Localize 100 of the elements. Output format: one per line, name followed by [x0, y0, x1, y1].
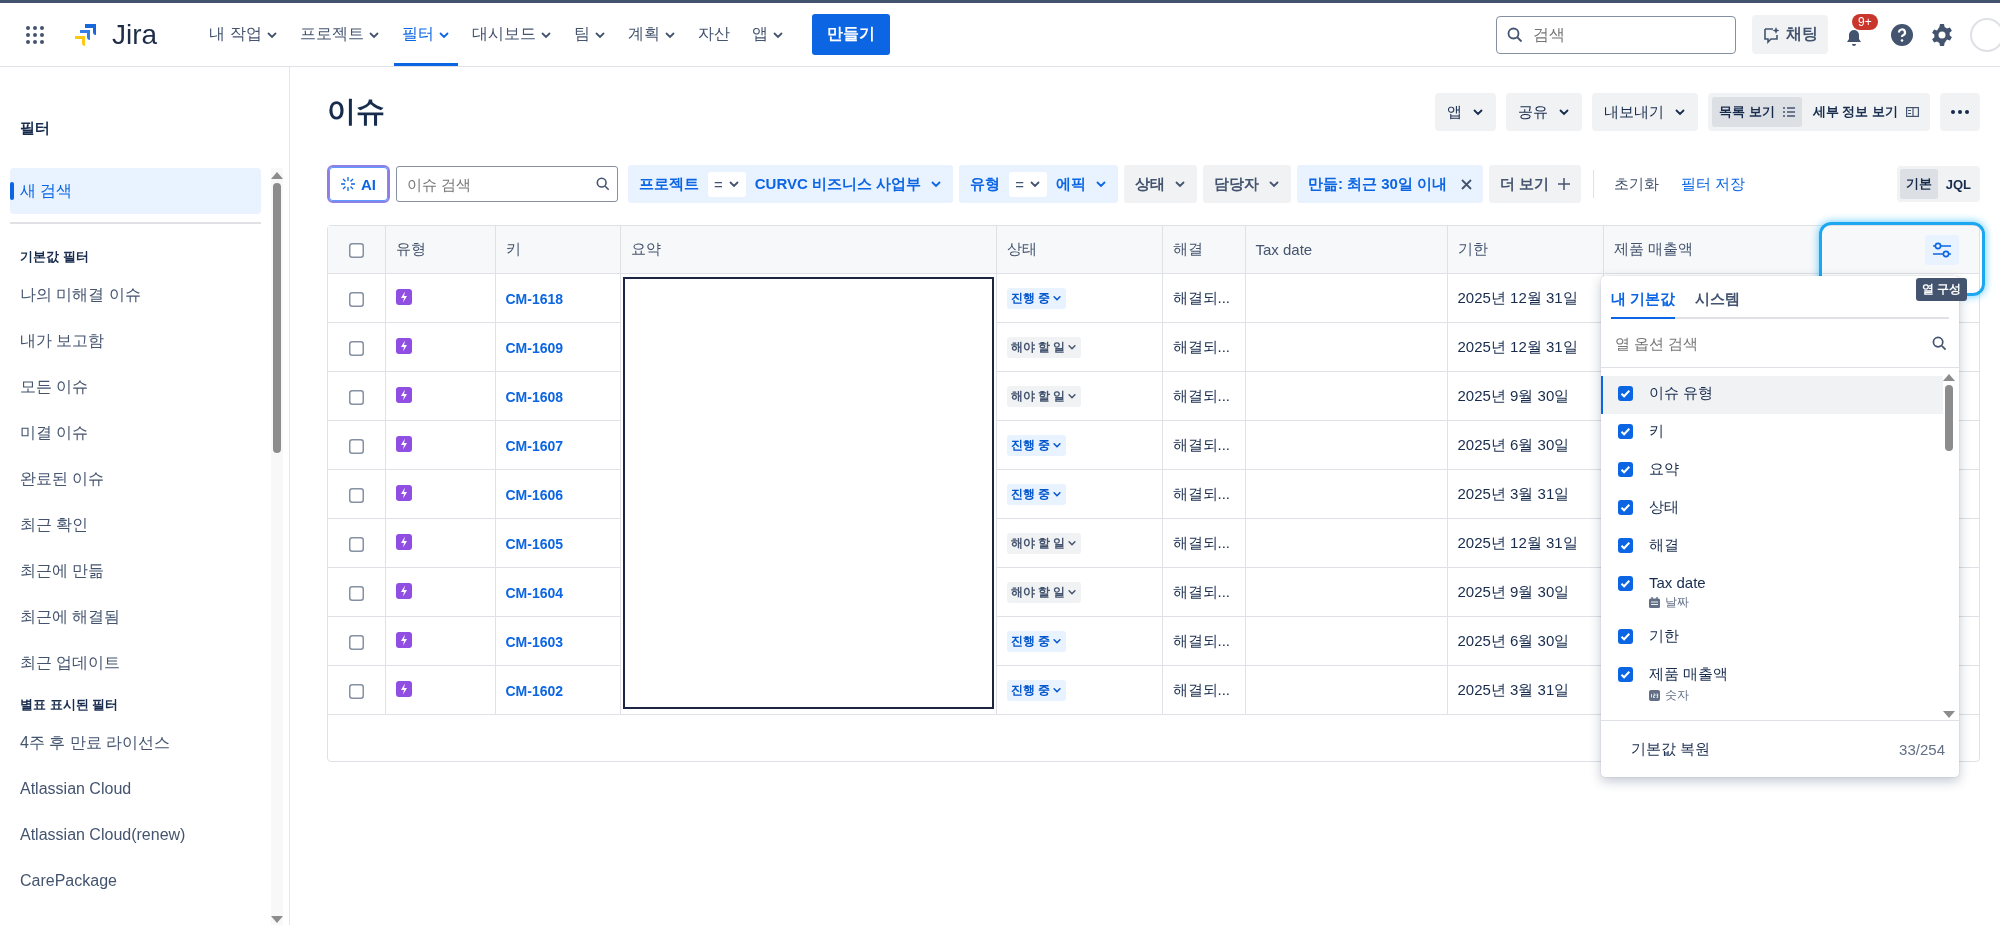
issue-key-link[interactable]: CM-1607 [505, 437, 564, 454]
nav-menu[interactable]: 팀 [565, 3, 614, 66]
column-header[interactable]: 키 [495, 226, 620, 274]
sidebar-item[interactable]: 나의 미해결 이슈 [10, 272, 261, 318]
filter-value[interactable]: 에픽 [1055, 174, 1086, 194]
sidebar-item[interactable]: CarePackage [10, 858, 261, 904]
chat-button[interactable]: 채팅 [1752, 15, 1828, 54]
column-option[interactable]: 이슈 유형 [1601, 376, 1943, 414]
filter-chip[interactable]: 담당자 [1202, 165, 1291, 203]
checkbox[interactable] [348, 340, 364, 356]
column-option[interactable]: Tax date 날짜 [1601, 566, 1943, 619]
search-field[interactable]: 검색 [1496, 15, 1736, 54]
column-header[interactable]: 해결 [1162, 226, 1245, 274]
filter-chip[interactable]: 만듦: 최근 30일 이내 [1296, 165, 1484, 203]
nav-menu[interactable]: 자산 [689, 3, 738, 66]
status-lozenge[interactable]: 진행 중 [1006, 434, 1066, 456]
nav-menu[interactable]: 프로젝트 [291, 3, 388, 66]
checkbox[interactable] [1618, 576, 1633, 591]
status-lozenge[interactable]: 진행 중 [1006, 630, 1066, 652]
scrollbar[interactable] [271, 168, 283, 925]
issue-key-link[interactable]: CM-1603 [505, 633, 564, 650]
status-lozenge[interactable]: 해야 할 일 [1006, 336, 1082, 358]
checkbox[interactable] [348, 683, 364, 699]
nav-menu[interactable]: 내 작업 [201, 3, 286, 66]
search-field[interactable]: 열 옵션 검색 [1601, 325, 1959, 361]
more-filters-button[interactable]: 더 보기 [1489, 165, 1582, 203]
checkbox[interactable] [1618, 538, 1633, 553]
column-header[interactable]: 요약 [620, 226, 996, 274]
dropdown-button[interactable]: 공유 [1506, 93, 1583, 131]
checkbox[interactable] [348, 389, 364, 405]
status-lozenge[interactable]: 진행 중 [1006, 483, 1066, 505]
dropdown-button[interactable]: 앱 [1435, 93, 1497, 131]
panel-tab[interactable]: 시스템 [1695, 290, 1741, 319]
checkbox[interactable] [1618, 629, 1633, 644]
checkbox[interactable] [348, 634, 364, 650]
column-settings-icon[interactable] [1925, 235, 1959, 265]
nav-menu[interactable]: 대시보드 [463, 3, 560, 66]
checkbox[interactable] [348, 291, 364, 307]
status-lozenge[interactable]: 해야 할 일 [1006, 385, 1082, 407]
product-name[interactable]: Jira [112, 18, 158, 51]
sidebar-item[interactable]: 최근 확인 [10, 502, 261, 548]
restore-defaults-button[interactable]: 기본값 복원 [1623, 739, 1719, 759]
column-option[interactable]: 제품 매출액 숫자 [1601, 657, 1943, 712]
sidebar-item[interactable]: 최근에 만듦 [10, 548, 261, 594]
column-header[interactable]: 기한 [1447, 226, 1603, 274]
column-option[interactable]: 키 [1601, 414, 1943, 452]
nav-menu[interactable]: 계획 [619, 3, 684, 66]
status-lozenge[interactable]: 해야 할 일 [1006, 532, 1082, 554]
checkbox[interactable] [1618, 386, 1633, 401]
sidebar-item[interactable]: 최근 업데이트 [10, 640, 261, 686]
status-lozenge[interactable]: 진행 중 [1006, 679, 1066, 701]
sidebar-item[interactable]: 미결 이슈 [10, 410, 261, 456]
checkbox[interactable] [348, 243, 364, 259]
column-header[interactable]: 유형 [385, 226, 495, 274]
column-option[interactable]: 기한 [1601, 619, 1943, 657]
status-lozenge[interactable]: 해야 할 일 [1006, 581, 1082, 603]
filter-value[interactable]: CURVC 비즈니스 사업부 [754, 174, 922, 194]
ai-button[interactable]: AI [327, 165, 390, 203]
column-option[interactable]: 요약 [1601, 452, 1943, 490]
dropdown-button[interactable]: 내보내기 [1592, 93, 1699, 131]
status-lozenge[interactable]: 진행 중 [1006, 287, 1066, 309]
column-header[interactable]: Tax date [1245, 226, 1447, 274]
column-header[interactable]: 상태 [996, 226, 1162, 274]
checkbox[interactable] [1618, 500, 1633, 515]
issue-key-link[interactable]: CM-1608 [505, 388, 564, 405]
close-icon[interactable] [1461, 178, 1473, 190]
checkbox[interactable] [1618, 462, 1633, 477]
column-option[interactable]: 해결 [1601, 528, 1943, 566]
sidebar-item[interactable]: 최근에 해결됨 [10, 594, 261, 640]
sidebar-item[interactable]: 새 검색 [10, 168, 261, 214]
checkbox[interactable] [348, 536, 364, 552]
save-filter-link[interactable]: 필터 저장 [1673, 174, 1754, 194]
checkbox[interactable] [348, 487, 364, 503]
sidebar-item[interactable]: 모든 이슈 [10, 364, 261, 410]
view-toggle[interactable]: 세부 정보 보기 [1805, 97, 1926, 127]
column-header[interactable]: 제품 매출액 [1603, 226, 1979, 274]
help-icon[interactable] [1890, 22, 1914, 47]
nav-menu[interactable]: 앱 [743, 3, 792, 66]
reset-button[interactable]: 초기화 [1606, 174, 1668, 194]
checkbox[interactable] [348, 438, 364, 454]
nav-menu[interactable]: 필터 [393, 3, 458, 66]
issue-key-link[interactable]: CM-1604 [505, 584, 564, 601]
issue-key-link[interactable]: CM-1605 [505, 535, 564, 552]
operator-select[interactable]: = [708, 171, 746, 197]
sidebar-item[interactable]: Atlassian Cloud [10, 766, 261, 812]
settings-icon[interactable] [1930, 22, 1954, 47]
issue-key-link[interactable]: CM-1606 [505, 486, 564, 503]
more-button[interactable] [1940, 93, 1980, 131]
panel-tab[interactable]: 내 기본값 [1611, 290, 1676, 319]
bell-icon[interactable] [1844, 27, 1864, 48]
app-switcher-icon[interactable] [26, 25, 44, 44]
view-toggle[interactable]: 목록 보기 [1712, 97, 1802, 127]
sidebar-item[interactable]: Atlassian Cloud(renew) [10, 812, 261, 858]
app-logo-icon[interactable] [72, 21, 98, 48]
sidebar-item[interactable]: 완료된 이슈 [10, 456, 261, 502]
filter-chip[interactable]: 상태 [1123, 165, 1197, 203]
checkbox[interactable] [1618, 667, 1633, 682]
sidebar-item[interactable]: 4주 후 만료 라이선스 [10, 720, 261, 766]
sidebar-item[interactable]: 내가 보고함 [10, 318, 261, 364]
filter-chip[interactable]: 유형 = 에픽 [959, 165, 1118, 203]
